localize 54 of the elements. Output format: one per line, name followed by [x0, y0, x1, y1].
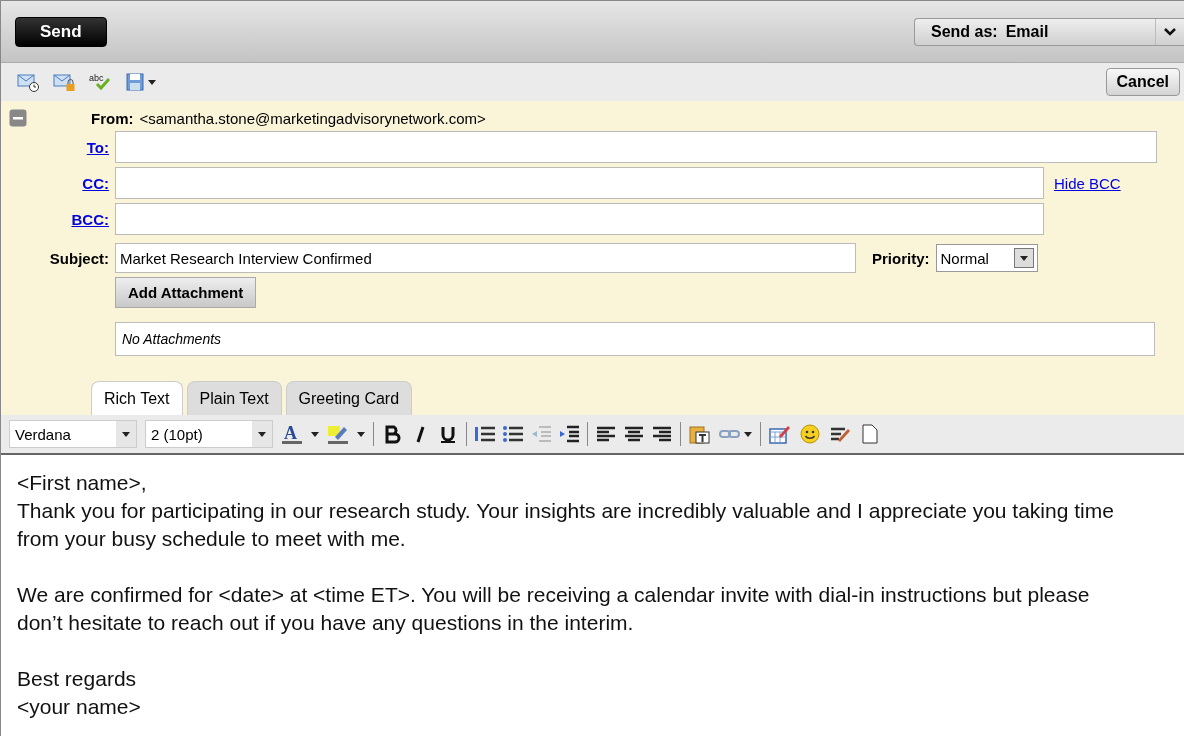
- attachments-list: No Attachments: [115, 322, 1155, 356]
- align-right-icon[interactable]: [652, 424, 672, 444]
- to-field[interactable]: [115, 131, 1157, 163]
- dropdown-caret-icon[interactable]: [122, 431, 130, 437]
- bcc-link[interactable]: BCC:: [71, 210, 109, 228]
- message-text: Best regards: [17, 666, 138, 692]
- indent-icon[interactable]: [559, 424, 579, 444]
- numbered-list-icon[interactable]: [475, 424, 495, 444]
- send-as-dropdown[interactable]: Send as: Email: [914, 17, 1184, 46]
- priority-dropdown[interactable]: Normal: [935, 244, 1038, 272]
- editor-tab[interactable]: Plain Text: [186, 381, 282, 415]
- smiley-icon[interactable]: [799, 424, 821, 444]
- cancel-button[interactable]: Cancel: [1105, 68, 1180, 96]
- dropdown-caret-icon[interactable]: [1019, 255, 1028, 261]
- new-page-icon[interactable]: [859, 424, 879, 444]
- message-text: <your name>: [17, 694, 142, 720]
- editor-tab[interactable]: Rich Text: [91, 381, 183, 415]
- message-text: We are confirmed for <date> at <time ET>. You will be receiving a calendar invite with dial-in instructions but please: [17, 582, 1091, 608]
- dropdown-caret-icon[interactable]: [258, 431, 266, 437]
- size-dropdown[interactable]: 2 (10pt): [145, 420, 273, 448]
- message-text: <First name>,: [17, 470, 148, 496]
- dropdown-caret-icon[interactable]: [744, 431, 752, 437]
- dropdown-caret-icon[interactable]: [148, 79, 156, 85]
- cc-field[interactable]: [115, 167, 1044, 199]
- hide-bcc-link[interactable]: Hide BCC: [1054, 174, 1121, 192]
- envelope-lock-icon[interactable]: [53, 72, 75, 92]
- save-icon[interactable]: [125, 72, 145, 92]
- align-left-icon[interactable]: [596, 424, 616, 444]
- collapse-icon[interactable]: [9, 109, 27, 127]
- cc-link[interactable]: CC:: [82, 174, 109, 192]
- table-pencil-icon[interactable]: [769, 424, 791, 444]
- dropdown-caret-icon[interactable]: [311, 431, 319, 437]
- to-link[interactable]: To:: [86, 138, 109, 156]
- from-address: <samantha.stone@marketingadvisorynetwork.com>: [139, 109, 486, 127]
- dropdown-caret-icon[interactable]: [357, 431, 365, 437]
- priority-label: Priority:: [872, 249, 930, 267]
- from-label: From:: [91, 109, 134, 127]
- editor-tab[interactable]: Greeting Card: [285, 381, 413, 415]
- paste-text-icon[interactable]: [689, 424, 711, 444]
- highlight-icon[interactable]: [327, 424, 349, 444]
- underline-icon[interactable]: [438, 424, 458, 444]
- chevron-icon: [1164, 27, 1176, 36]
- message-text: don’t hesitate to reach out if you have any questions in the interim.: [17, 610, 635, 636]
- bulleted-list-icon[interactable]: [503, 424, 523, 444]
- add-attachment-button[interactable]: Add Attachment: [115, 277, 257, 308]
- subject-field[interactable]: Market Research Interview Confirmed: [115, 243, 856, 273]
- message-text: from your busy schedule to meet with me.: [17, 526, 407, 552]
- align-center-icon[interactable]: [624, 424, 644, 444]
- message-text: Thank you for participating in our research study. Your insights are incredibly valuable and I appreciate you taking time: [17, 498, 1115, 524]
- bcc-field[interactable]: [115, 203, 1044, 235]
- font-dropdown[interactable]: Verdana: [9, 420, 137, 448]
- subject-label: Subject:: [48, 249, 109, 267]
- envelope-clock-icon[interactable]: [17, 72, 39, 92]
- send-button[interactable]: Send: [15, 16, 107, 47]
